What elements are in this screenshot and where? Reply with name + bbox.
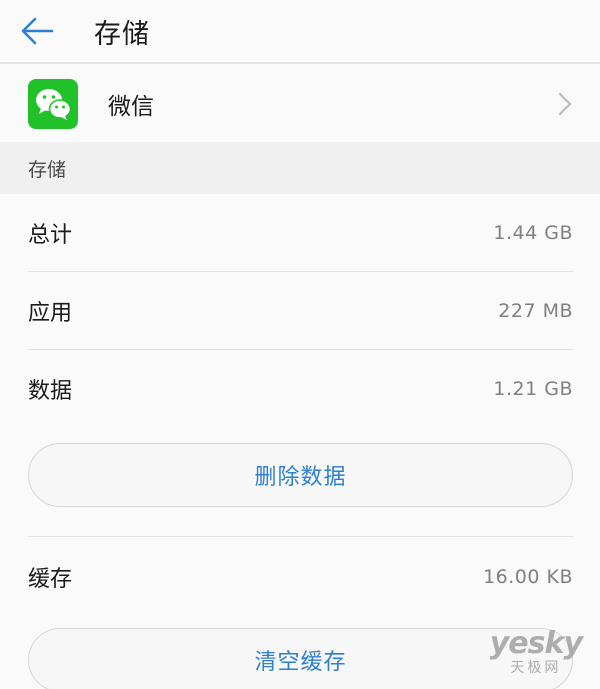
back-button[interactable] [20, 4, 84, 58]
cache-value: 16.00 KB [483, 566, 573, 588]
cache-row: 缓存 16.00 KB [28, 538, 573, 616]
app-size-row: 应用 227 MB [28, 272, 573, 350]
app-bar: 存储 [0, 0, 600, 64]
delete-data-label: 删除数据 [254, 465, 347, 490]
app-info-row[interactable]: 微信 [0, 66, 600, 142]
delete-data-button[interactable]: 删除数据 [28, 443, 573, 507]
app-name: 微信 [108, 94, 154, 120]
section-title: 存储 [28, 158, 67, 181]
data-size-label: 数据 [28, 379, 73, 404]
clear-cache-label: 清空缓存 [254, 650, 347, 675]
cache-label: 缓存 [28, 567, 73, 592]
storage-details: 总计 1.44 GB 应用 227 MB 数据 1.21 GB 删除数据 缓存 … [0, 194, 600, 689]
data-size-row: 数据 1.21 GB [28, 350, 573, 428]
data-size-value: 1.21 GB [493, 378, 573, 400]
watermark: yesky 天极网 [489, 626, 583, 676]
storage-screen: 存储 微信 存储 总计 1.44 GB 应用 227 MB 数据 1.21 GB… [0, 0, 600, 689]
storage-section-header: 存储 [0, 142, 600, 194]
watermark-logo: yesky [489, 626, 583, 661]
wechat-icon [28, 79, 78, 129]
chevron-right-icon [558, 92, 572, 116]
app-size-value: 227 MB [498, 299, 573, 322]
page-title: 存储 [94, 18, 150, 50]
section-divider [28, 536, 573, 537]
total-label: 总计 [28, 222, 73, 248]
arrow-left-icon [21, 17, 54, 45]
total-value: 1.44 GB [493, 221, 573, 244]
app-size-label: 应用 [28, 300, 73, 326]
total-row: 总计 1.44 GB [28, 194, 573, 272]
watermark-subtitle: 天极网 [510, 660, 562, 676]
